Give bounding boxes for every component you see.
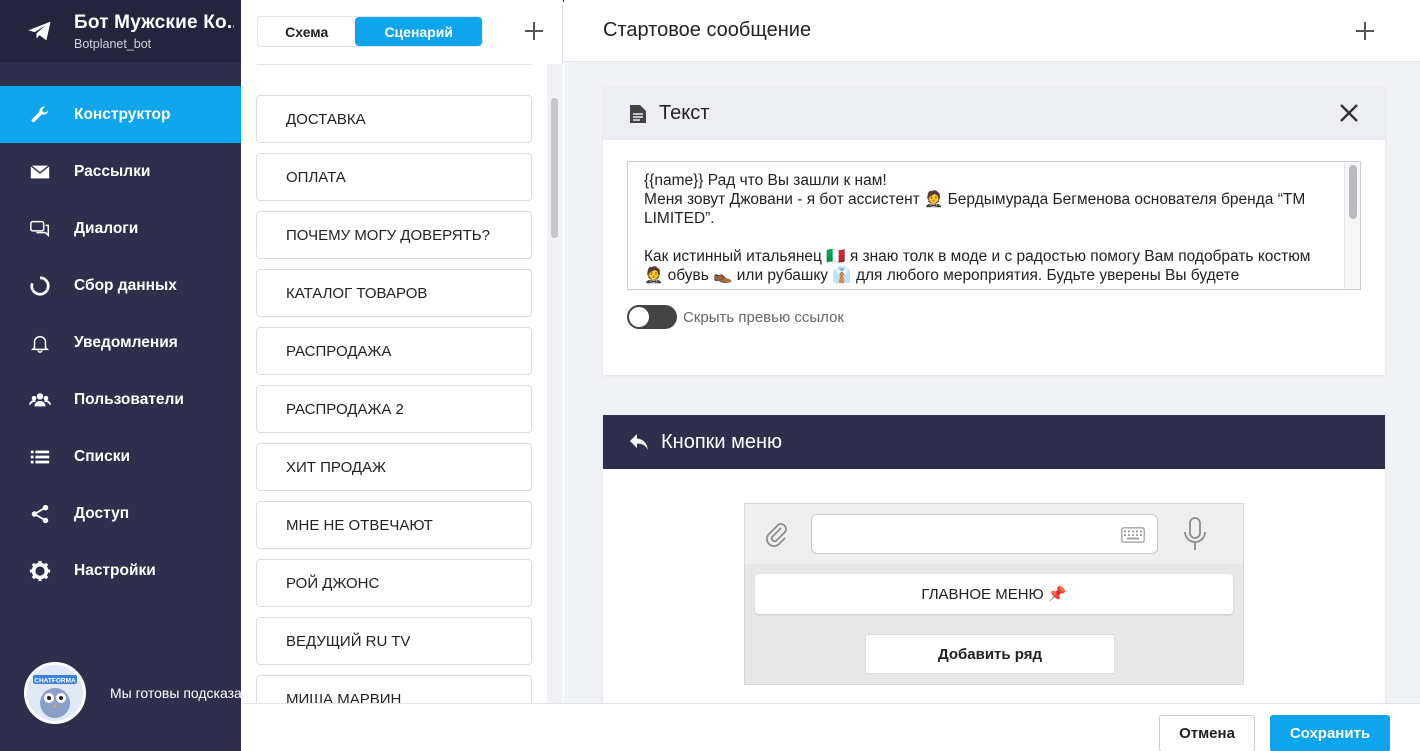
bell-icon bbox=[28, 331, 52, 355]
menu-buttons-title: Кнопки меню bbox=[661, 430, 783, 453]
view-switch: Схема Сценарий bbox=[257, 16, 483, 47]
toggle-knob bbox=[629, 307, 649, 327]
wrench-icon bbox=[28, 103, 52, 127]
sidebar-item-label: Списки bbox=[74, 447, 130, 465]
chat-icon bbox=[28, 217, 52, 241]
message-input[interactable] bbox=[811, 514, 1158, 554]
menu-buttons-block: Кнопки меню ГЛАВНОЕ МЕНЮ 📌 Добавить ряд bbox=[603, 415, 1385, 703]
sidebar-item-label: Доступ bbox=[74, 504, 130, 522]
hide-link-preview-toggle[interactable] bbox=[627, 305, 677, 329]
menu-buttons-header: Кнопки меню bbox=[603, 415, 1385, 469]
scenario-toolbar: Схема Сценарий bbox=[241, 0, 562, 64]
paperclip-icon bbox=[766, 523, 787, 547]
toggle-label: Скрыть превью ссылок bbox=[683, 308, 844, 326]
sidebar-item-access[interactable]: Доступ bbox=[0, 485, 241, 542]
list-item[interactable]: МНЕ НЕ ОТВЕЧАЮТ bbox=[256, 501, 532, 549]
list-item[interactable]: ДОСТАВКА bbox=[256, 95, 532, 143]
sidebar-item-label: Конструктор bbox=[74, 105, 171, 123]
composer-bar bbox=[745, 504, 1243, 564]
sidebar-item-mailings[interactable]: Рассылки bbox=[0, 143, 241, 200]
sidebar-item-settings[interactable]: Настройки bbox=[0, 542, 241, 599]
list-item[interactable]: ВЕДУЩИЙ RU TV bbox=[256, 617, 532, 665]
list-item[interactable]: ОПЛАТА bbox=[256, 153, 532, 201]
circle-arrow-icon bbox=[28, 274, 52, 298]
scrollbar[interactable] bbox=[547, 64, 563, 703]
scenario-panel: Схема Сценарий ДОСТАВКА ОПЛАТА ПОЧЕМУ МО… bbox=[241, 0, 563, 723]
save-button[interactable]: Сохранить bbox=[1270, 715, 1390, 751]
textarea-scrollbar[interactable] bbox=[1344, 162, 1360, 289]
sidebar-item-label: Рассылки bbox=[74, 162, 151, 180]
list-item[interactable]: ПОЧЕМУ МОГУ ДОВЕРЯТЬ? bbox=[256, 211, 532, 259]
list-item[interactable]: РАСПРОДАЖА 2 bbox=[256, 385, 532, 433]
gear-icon bbox=[28, 559, 52, 583]
sidebar-nav: Конструктор Рассылки Диалоги Сбор данных… bbox=[0, 86, 241, 599]
text-block-header: Текст bbox=[603, 87, 1385, 140]
share-icon bbox=[28, 502, 52, 526]
sidebar-item-users[interactable]: Пользователи bbox=[0, 371, 241, 428]
chatforma-owl-logo[interactable]: CHATFORMA bbox=[24, 662, 86, 724]
envelope-icon bbox=[28, 160, 52, 184]
sidebar-item-dialogs[interactable]: Диалоги bbox=[0, 200, 241, 257]
page-title: Стартовое сообщение bbox=[603, 19, 812, 41]
sidebar-item-label: Пользователи bbox=[74, 390, 184, 408]
logo-text: CHATFORMA bbox=[34, 678, 76, 685]
microphone-icon[interactable] bbox=[1183, 516, 1207, 552]
keyboard-preview: ГЛАВНОЕ МЕНЮ 📌 Добавить ряд bbox=[744, 503, 1244, 685]
users-icon bbox=[28, 388, 52, 412]
sidebar-item-label: Уведомления bbox=[74, 333, 178, 351]
footer-bar: Отмена Сохранить bbox=[241, 703, 1420, 751]
text-block-title: Текст bbox=[659, 102, 710, 124]
message-text: {{name}} Рад что Вы зашли к нам! Меня зо… bbox=[644, 172, 1311, 284]
list-icon bbox=[28, 445, 52, 469]
bot-name: Бот Мужские Ко... bbox=[74, 11, 234, 33]
sidebar: Бот Мужские Ко... Botplanet_bot Конструк… bbox=[0, 0, 274, 751]
list-item[interactable]: РОЙ ДЖОНС bbox=[256, 559, 532, 607]
editor-header: Стартовое сообщение bbox=[564, 0, 1420, 62]
cancel-button[interactable]: Отмена bbox=[1159, 715, 1255, 751]
sidebar-item-label: Настройки bbox=[74, 561, 156, 579]
add-scenario-icon[interactable] bbox=[523, 20, 545, 42]
sidebar-item-constructor[interactable]: Конструктор bbox=[0, 86, 241, 143]
editor-panel: Стартовое сообщение Текст {{name}} Рад ч… bbox=[564, 0, 1420, 703]
sidebar-item-notifications[interactable]: Уведомления bbox=[0, 314, 241, 371]
list-item[interactable]: РАСПРОДАЖА bbox=[256, 327, 532, 375]
close-icon[interactable] bbox=[1339, 103, 1359, 123]
tab-scheme[interactable]: Схема bbox=[258, 17, 355, 46]
list-item[interactable]: КАТАЛОГ ТОВАРОВ bbox=[256, 269, 532, 317]
add-row-button[interactable]: Добавить ряд bbox=[865, 634, 1115, 674]
sidebar-item-label: Диалоги bbox=[74, 219, 139, 237]
sidebar-item-lists[interactable]: Списки bbox=[0, 428, 241, 485]
document-icon bbox=[630, 104, 646, 123]
bot-username: Botplanet_bot bbox=[74, 36, 152, 51]
text-block: Текст {{name}} Рад что Вы зашли к нам! М… bbox=[603, 87, 1385, 375]
scenario-list: ДОСТАВКА ОПЛАТА ПОЧЕМУ МОГУ ДОВЕРЯТЬ? КА… bbox=[256, 95, 532, 733]
main-menu-button[interactable]: ГЛАВНОЕ МЕНЮ 📌 bbox=[755, 574, 1233, 614]
reply-icon bbox=[630, 434, 648, 450]
sidebar-item-label: Сбор данных bbox=[74, 276, 177, 294]
telegram-icon bbox=[28, 21, 51, 41]
hide-link-preview-row: Скрыть превью ссылок bbox=[627, 305, 844, 329]
add-block-icon[interactable] bbox=[1354, 20, 1376, 42]
tab-scenario[interactable]: Сценарий bbox=[355, 17, 482, 46]
keyboard-icon[interactable] bbox=[1121, 527, 1145, 543]
scrollbar-thumb[interactable] bbox=[551, 98, 558, 238]
message-textarea[interactable]: {{name}} Рад что Вы зашли к нам! Меня зо… bbox=[627, 161, 1361, 290]
divider bbox=[257, 64, 531, 65]
help-widget[interactable]: CHATFORMA Мы готовы подсказать! bbox=[24, 662, 274, 724]
sidebar-item-data-collection[interactable]: Сбор данных bbox=[0, 257, 241, 314]
list-item[interactable]: ХИТ ПРОДАЖ bbox=[256, 443, 532, 491]
textarea-scrollbar-thumb[interactable] bbox=[1349, 165, 1357, 219]
bot-header[interactable]: Бот Мужские Ко... Botplanet_bot bbox=[0, 0, 241, 62]
